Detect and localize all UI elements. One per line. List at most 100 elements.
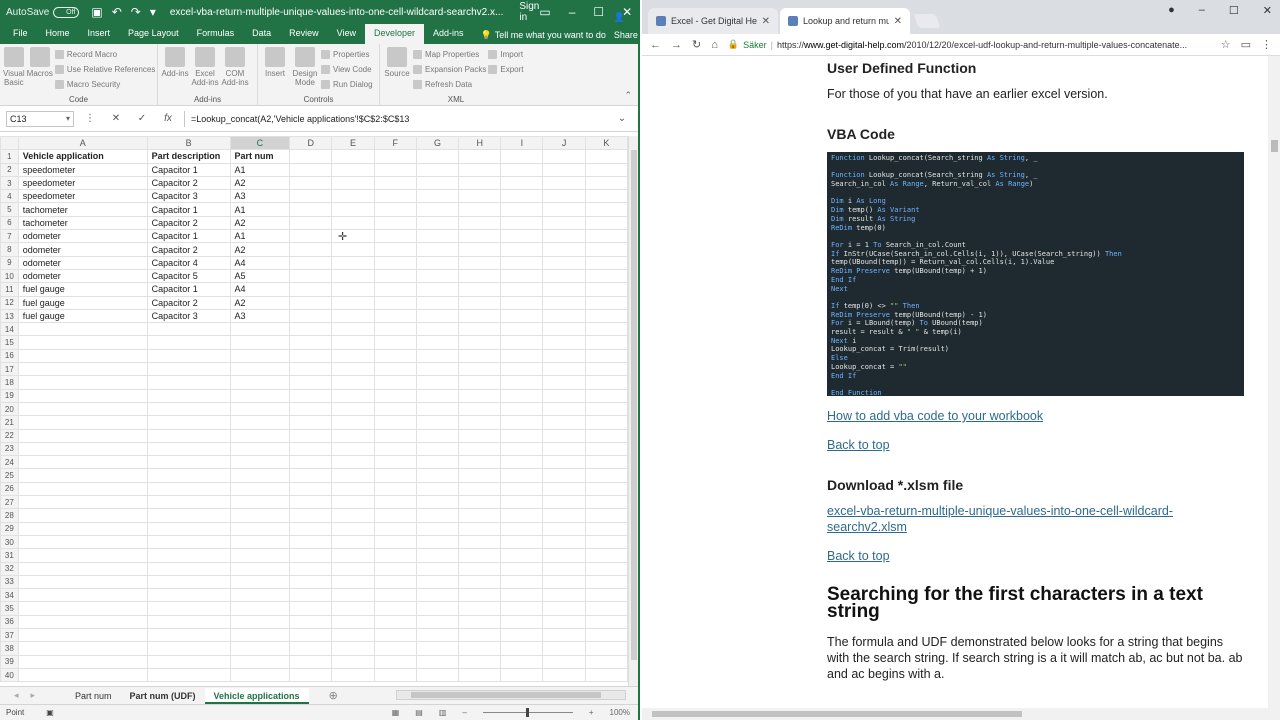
row-header[interactable]: 15: [0, 335, 19, 350]
cell[interactable]: tachometer: [17, 202, 148, 217]
cell[interactable]: [415, 588, 460, 603]
cell[interactable]: [415, 375, 460, 390]
cell[interactable]: [229, 521, 291, 536]
row-header[interactable]: 30: [0, 534, 19, 550]
cell[interactable]: [331, 268, 375, 284]
cell[interactable]: [500, 667, 544, 683]
cell[interactable]: [542, 561, 586, 576]
cell[interactable]: [146, 534, 231, 550]
import-button[interactable]: Import: [488, 48, 523, 60]
row-header[interactable]: 28: [0, 508, 19, 523]
cell[interactable]: Capacitor 3: [146, 189, 231, 204]
row-header[interactable]: 9: [0, 255, 19, 270]
column-header[interactable]: A: [17, 136, 148, 151]
cell[interactable]: [584, 521, 628, 536]
copied-cell[interactable]: A2: [229, 215, 291, 231]
cell[interactable]: [542, 242, 586, 257]
copied-cell[interactable]: A1: [229, 162, 291, 177]
cell[interactable]: [229, 481, 291, 497]
cell[interactable]: [331, 295, 375, 310]
cell[interactable]: [500, 295, 544, 310]
cell[interactable]: [17, 627, 148, 643]
cell[interactable]: [500, 388, 544, 403]
cell[interactable]: [542, 468, 586, 483]
enter-icon[interactable]: ✓: [132, 113, 152, 124]
cell[interactable]: [584, 428, 628, 443]
cell[interactable]: [415, 255, 460, 270]
row-header[interactable]: 18: [0, 375, 19, 390]
cell[interactable]: [500, 521, 544, 536]
cell[interactable]: [542, 428, 586, 443]
cell[interactable]: [458, 215, 502, 231]
expand-formula-icon[interactable]: ⌄: [612, 113, 632, 124]
cell[interactable]: [289, 189, 333, 204]
cell[interactable]: [331, 641, 375, 656]
cell[interactable]: [289, 508, 333, 523]
cell[interactable]: [458, 574, 502, 590]
cell[interactable]: [17, 468, 148, 483]
cell[interactable]: [458, 468, 502, 483]
cell[interactable]: [542, 641, 586, 656]
cell[interactable]: [415, 641, 460, 656]
cell[interactable]: [458, 627, 502, 643]
zoom-slider[interactable]: [482, 708, 573, 717]
prev-sheet-icon[interactable]: ◂: [14, 690, 19, 701]
cell[interactable]: [229, 441, 291, 457]
cell[interactable]: [500, 495, 544, 510]
cell[interactable]: [584, 149, 628, 164]
cell[interactable]: [229, 388, 291, 403]
cell[interactable]: [373, 667, 417, 683]
page-vertical-scrollbar[interactable]: [1268, 56, 1280, 708]
cell[interactable]: [584, 574, 628, 590]
row-header[interactable]: 34: [0, 588, 19, 603]
cell[interactable]: [17, 548, 148, 563]
cell[interactable]: [331, 162, 375, 177]
cell[interactable]: [500, 614, 544, 629]
cell[interactable]: [17, 441, 148, 457]
cell[interactable]: [500, 282, 544, 297]
cell[interactable]: [458, 308, 502, 324]
tab-home[interactable]: Home: [37, 24, 79, 44]
cell[interactable]: [500, 601, 544, 616]
cell[interactable]: [458, 268, 502, 284]
cell[interactable]: [289, 401, 333, 417]
header-cell[interactable]: Vehicle application: [17, 149, 148, 164]
cell[interactable]: [584, 375, 628, 390]
cell[interactable]: [373, 588, 417, 603]
cell[interactable]: [373, 441, 417, 457]
row-header[interactable]: 22: [0, 428, 19, 443]
cell[interactable]: Capacitor 1: [146, 202, 231, 217]
cell[interactable]: [17, 388, 148, 403]
cell[interactable]: fuel gauge: [17, 308, 148, 324]
cell[interactable]: [331, 242, 375, 257]
row-header[interactable]: 2: [0, 162, 19, 177]
cell[interactable]: [415, 468, 460, 483]
row-header[interactable]: 8: [0, 242, 19, 257]
cell[interactable]: [500, 162, 544, 177]
normal-view-icon[interactable]: ▦: [392, 708, 400, 717]
cell[interactable]: [17, 601, 148, 616]
cell[interactable]: [331, 215, 375, 231]
cell[interactable]: [415, 667, 460, 683]
cell[interactable]: [331, 574, 375, 590]
cell[interactable]: [373, 242, 417, 257]
name-box[interactable]: C13: [6, 110, 74, 127]
cell[interactable]: [331, 189, 375, 204]
cell[interactable]: [289, 574, 333, 590]
cell[interactable]: [373, 322, 417, 337]
cell[interactable]: [415, 654, 460, 669]
cell[interactable]: [331, 415, 375, 430]
cell[interactable]: [415, 229, 460, 244]
cell[interactable]: [500, 175, 544, 191]
cell[interactable]: [584, 401, 628, 417]
page-break-view-icon[interactable]: ▥: [439, 708, 447, 717]
cell[interactable]: [542, 149, 586, 164]
cell[interactable]: [415, 162, 460, 177]
sheet-tab-part-num[interactable]: Part num: [66, 688, 121, 704]
cell[interactable]: [373, 455, 417, 470]
maximize-icon[interactable]: ☐: [1229, 4, 1239, 17]
cell[interactable]: speedometer: [17, 175, 148, 191]
cancel-icon[interactable]: ✕: [106, 113, 126, 124]
cell[interactable]: [146, 614, 231, 629]
cell[interactable]: [229, 534, 291, 550]
